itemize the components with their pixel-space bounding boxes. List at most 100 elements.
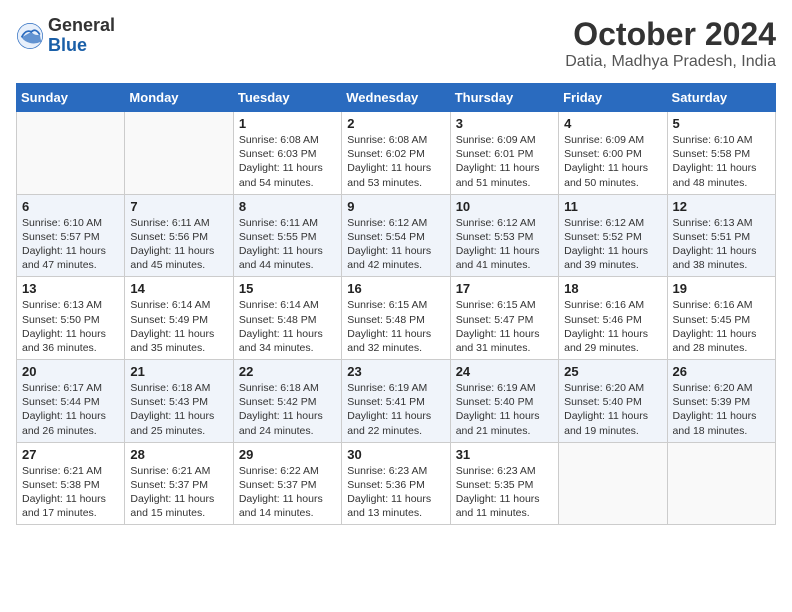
week-row-1: 1Sunrise: 6:08 AM Sunset: 6:03 PM Daylig… xyxy=(17,112,776,195)
day-number: 16 xyxy=(347,281,444,296)
day-info: Sunrise: 6:13 AM Sunset: 5:51 PM Dayligh… xyxy=(673,216,770,273)
day-cell xyxy=(125,112,233,195)
day-cell: 29 Sunrise: 6:22 AM Sunset: 5:37 PM Dayli… xyxy=(233,442,341,525)
day-cell: 15Sunrise: 6:14 AM Sunset: 5:48 PM Dayli… xyxy=(233,277,341,360)
day-number: 23 xyxy=(347,364,444,379)
day-info: Sunrise: 6:12 AM Sunset: 5:52 PM Dayligh… xyxy=(564,216,661,273)
day-info: Sunrise: 6:12 AM Sunset: 5:53 PM Dayligh… xyxy=(456,216,553,273)
day-number: 19 xyxy=(673,281,770,296)
day-cell: 6 Sunrise: 6:10 AM Sunset: 5:57 PM Daylig… xyxy=(17,194,125,277)
day-number: 29 xyxy=(239,447,336,462)
day-info: Sunrise: 6:10 AM Sunset: 5:58 PM Dayligh… xyxy=(673,133,770,190)
day-cell: 25 Sunrise: 6:20 AM Sunset: 5:40 PM Dayli… xyxy=(559,360,667,443)
day-cell: 13 Sunrise: 6:13 AM Sunset: 5:50 PM Dayli… xyxy=(17,277,125,360)
header-cell-tuesday: Tuesday xyxy=(233,84,341,112)
day-number: 22 xyxy=(239,364,336,379)
day-number: 9 xyxy=(347,199,444,214)
header-cell-friday: Friday xyxy=(559,84,667,112)
header-cell-wednesday: Wednesday xyxy=(342,84,450,112)
day-cell: 28 Sunrise: 6:21 AM Sunset: 5:37 PM Dayli… xyxy=(125,442,233,525)
day-cell: 1Sunrise: 6:08 AM Sunset: 6:03 PM Daylig… xyxy=(233,112,341,195)
day-cell: 26Sunrise: 6:20 AM Sunset: 5:39 PM Dayli… xyxy=(667,360,775,443)
day-info: Sunrise: 6:11 AM Sunset: 5:56 PM Dayligh… xyxy=(130,216,227,273)
day-number: 8 xyxy=(239,199,336,214)
day-number: 20 xyxy=(22,364,119,379)
week-row-5: 27 Sunrise: 6:21 AM Sunset: 5:38 PM Dayli… xyxy=(17,442,776,525)
day-cell: 14 Sunrise: 6:14 AM Sunset: 5:49 PM Dayli… xyxy=(125,277,233,360)
day-cell xyxy=(17,112,125,195)
logo-icon xyxy=(16,22,44,50)
day-cell: 30 Sunrise: 6:23 AM Sunset: 5:36 PM Dayli… xyxy=(342,442,450,525)
calendar-header: SundayMondayTuesdayWednesdayThursdayFrid… xyxy=(17,84,776,112)
week-row-2: 6 Sunrise: 6:10 AM Sunset: 5:57 PM Daylig… xyxy=(17,194,776,277)
day-cell: 23 Sunrise: 6:19 AM Sunset: 5:41 PM Dayli… xyxy=(342,360,450,443)
day-number: 11 xyxy=(564,199,661,214)
day-cell: 21Sunrise: 6:18 AM Sunset: 5:43 PM Dayli… xyxy=(125,360,233,443)
day-number: 13 xyxy=(22,281,119,296)
day-info: Sunrise: 6:15 AM Sunset: 5:48 PM Dayligh… xyxy=(347,298,444,355)
day-info: Sunrise: 6:14 AM Sunset: 5:49 PM Dayligh… xyxy=(130,298,227,355)
header-cell-monday: Monday xyxy=(125,84,233,112)
day-cell: 3Sunrise: 6:09 AM Sunset: 6:01 PM Daylig… xyxy=(450,112,558,195)
day-cell: 20Sunrise: 6:17 AM Sunset: 5:44 PM Dayli… xyxy=(17,360,125,443)
day-info: Sunrise: 6:18 AM Sunset: 5:42 PM Dayligh… xyxy=(239,381,336,438)
calendar-table: SundayMondayTuesdayWednesdayThursdayFrid… xyxy=(16,83,776,525)
day-cell: 19 Sunrise: 6:16 AM Sunset: 5:45 PM Dayli… xyxy=(667,277,775,360)
day-info: Sunrise: 6:23 AM Sunset: 5:35 PM Dayligh… xyxy=(456,464,553,521)
day-number: 25 xyxy=(564,364,661,379)
day-cell: 4 Sunrise: 6:09 AM Sunset: 6:00 PM Daylig… xyxy=(559,112,667,195)
day-info: Sunrise: 6:09 AM Sunset: 6:00 PM Dayligh… xyxy=(564,133,661,190)
day-cell: 11 Sunrise: 6:12 AM Sunset: 5:52 PM Dayli… xyxy=(559,194,667,277)
header-cell-sunday: Sunday xyxy=(17,84,125,112)
day-number: 28 xyxy=(130,447,227,462)
day-number: 6 xyxy=(22,199,119,214)
logo-blue: Blue xyxy=(48,35,87,55)
day-info: Sunrise: 6:08 AM Sunset: 6:02 PM Dayligh… xyxy=(347,133,444,190)
day-info: Sunrise: 6:10 AM Sunset: 5:57 PM Dayligh… xyxy=(22,216,119,273)
header-cell-saturday: Saturday xyxy=(667,84,775,112)
day-cell: 16 Sunrise: 6:15 AM Sunset: 5:48 PM Dayli… xyxy=(342,277,450,360)
day-cell: 31Sunrise: 6:23 AM Sunset: 5:35 PM Dayli… xyxy=(450,442,558,525)
day-cell: 8 Sunrise: 6:11 AM Sunset: 5:55 PM Daylig… xyxy=(233,194,341,277)
day-cell: 12 Sunrise: 6:13 AM Sunset: 5:51 PM Dayli… xyxy=(667,194,775,277)
week-row-3: 13 Sunrise: 6:13 AM Sunset: 5:50 PM Dayli… xyxy=(17,277,776,360)
header-cell-thursday: Thursday xyxy=(450,84,558,112)
day-info: Sunrise: 6:16 AM Sunset: 5:45 PM Dayligh… xyxy=(673,298,770,355)
day-info: Sunrise: 6:19 AM Sunset: 5:41 PM Dayligh… xyxy=(347,381,444,438)
day-info: Sunrise: 6:20 AM Sunset: 5:40 PM Dayligh… xyxy=(564,381,661,438)
day-cell: 9Sunrise: 6:12 AM Sunset: 5:54 PM Daylig… xyxy=(342,194,450,277)
day-info: Sunrise: 6:13 AM Sunset: 5:50 PM Dayligh… xyxy=(22,298,119,355)
day-cell: 7 Sunrise: 6:11 AM Sunset: 5:56 PM Daylig… xyxy=(125,194,233,277)
day-info: Sunrise: 6:22 AM Sunset: 5:37 PM Dayligh… xyxy=(239,464,336,521)
day-info: Sunrise: 6:21 AM Sunset: 5:37 PM Dayligh… xyxy=(130,464,227,521)
day-number: 14 xyxy=(130,281,227,296)
day-info: Sunrise: 6:19 AM Sunset: 5:40 PM Dayligh… xyxy=(456,381,553,438)
logo-text: General Blue xyxy=(48,16,115,56)
day-number: 24 xyxy=(456,364,553,379)
logo-general: General xyxy=(48,15,115,35)
day-cell: 24 Sunrise: 6:19 AM Sunset: 5:40 PM Dayli… xyxy=(450,360,558,443)
day-cell xyxy=(667,442,775,525)
day-number: 21 xyxy=(130,364,227,379)
day-cell: 27 Sunrise: 6:21 AM Sunset: 5:38 PM Dayli… xyxy=(17,442,125,525)
day-number: 30 xyxy=(347,447,444,462)
day-number: 4 xyxy=(564,116,661,131)
day-info: Sunrise: 6:14 AM Sunset: 5:48 PM Dayligh… xyxy=(239,298,336,355)
day-cell: 5Sunrise: 6:10 AM Sunset: 5:58 PM Daylig… xyxy=(667,112,775,195)
day-number: 27 xyxy=(22,447,119,462)
day-cell: 17Sunrise: 6:15 AM Sunset: 5:47 PM Dayli… xyxy=(450,277,558,360)
page-header: General Blue October 2024 Datia, Madhya … xyxy=(16,16,776,71)
header-row: SundayMondayTuesdayWednesdayThursdayFrid… xyxy=(17,84,776,112)
day-number: 7 xyxy=(130,199,227,214)
day-info: Sunrise: 6:16 AM Sunset: 5:46 PM Dayligh… xyxy=(564,298,661,355)
page-subtitle: Datia, Madhya Pradesh, India xyxy=(565,53,776,71)
day-info: Sunrise: 6:23 AM Sunset: 5:36 PM Dayligh… xyxy=(347,464,444,521)
day-number: 10 xyxy=(456,199,553,214)
calendar-body: 1Sunrise: 6:08 AM Sunset: 6:03 PM Daylig… xyxy=(17,112,776,525)
day-info: Sunrise: 6:21 AM Sunset: 5:38 PM Dayligh… xyxy=(22,464,119,521)
day-number: 12 xyxy=(673,199,770,214)
week-row-4: 20Sunrise: 6:17 AM Sunset: 5:44 PM Dayli… xyxy=(17,360,776,443)
day-number: 1 xyxy=(239,116,336,131)
day-info: Sunrise: 6:11 AM Sunset: 5:55 PM Dayligh… xyxy=(239,216,336,273)
day-cell: 18Sunrise: 6:16 AM Sunset: 5:46 PM Dayli… xyxy=(559,277,667,360)
